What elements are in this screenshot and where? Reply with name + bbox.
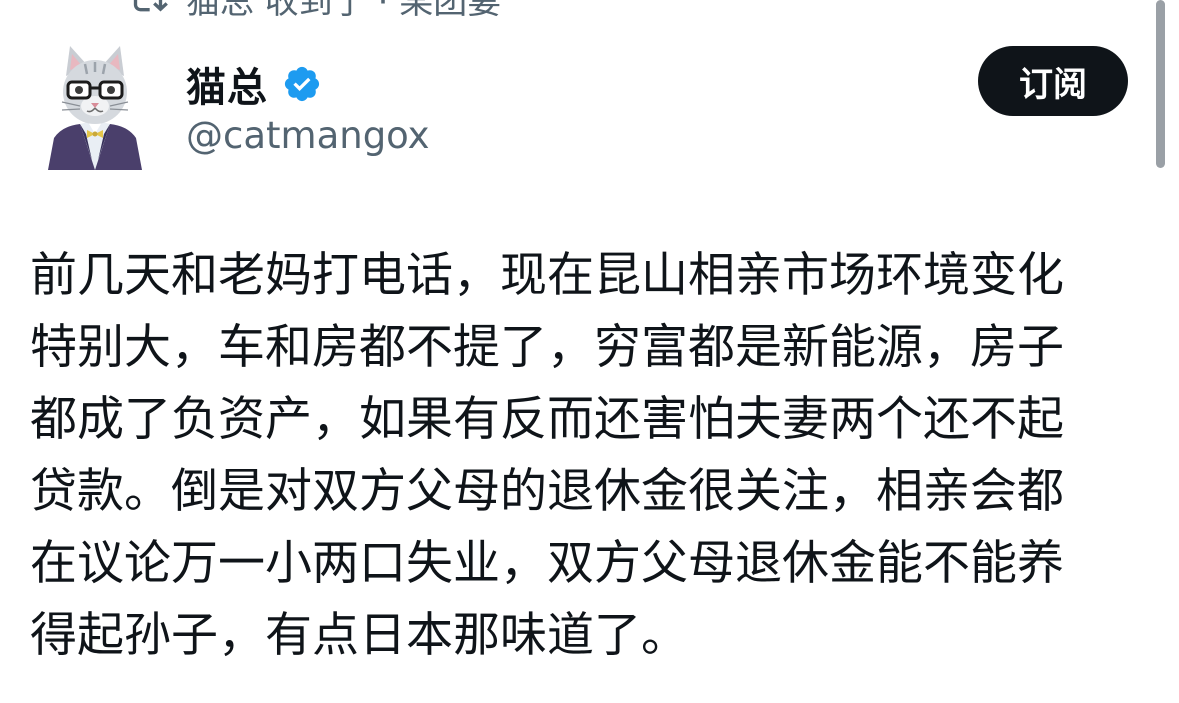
post-text: 前几天和老妈打电话，现在昆山相亲市场环境变化 特别大，车和房都不提了，穷富都是新… [30, 240, 1150, 672]
author-name-row[interactable]: 猫总 [186, 56, 322, 112]
cat-avatar-icon [48, 46, 142, 170]
avatar[interactable] [40, 42, 150, 170]
retweet-icon [128, 0, 168, 18]
scrollbar[interactable] [1156, 0, 1173, 703]
verified-badge-icon [282, 64, 322, 104]
post-text-line: 前几天和老妈打电话，现在昆山相亲市场环境变化 [30, 248, 1064, 303]
post-text-line: 贷款。倒是对双方父母的退休金很关注，相亲会都 [30, 464, 1064, 519]
social-context[interactable]: 猫总 收到了 · 某团妻 [128, 0, 501, 22]
post-text-line: 得起孙子，有点日本那味道了。 [30, 608, 688, 663]
author-display-name[interactable]: 猫总 [186, 55, 268, 113]
post-text-line: 特别大，车和房都不提了，穷富都是新能源，房子 [30, 320, 1064, 375]
social-context-text: 猫总 收到了 · 某团妻 [186, 0, 502, 22]
author-handle[interactable]: @catmangox [186, 114, 430, 157]
scrollbar-thumb[interactable] [1156, 0, 1165, 168]
post-text-line: 都成了负资产，如果有反而还害怕夫妻两个还不起 [30, 392, 1064, 447]
post-text-line: 在议论万一小两口失业，双方父母退休金能不能养 [30, 536, 1064, 591]
subscribe-button[interactable]: 订阅 [978, 46, 1128, 116]
post-page: 猫总 收到了 · 某团妻 猫总 @catmangox 订阅 前几天和老妈打电话，… [0, 0, 1179, 703]
